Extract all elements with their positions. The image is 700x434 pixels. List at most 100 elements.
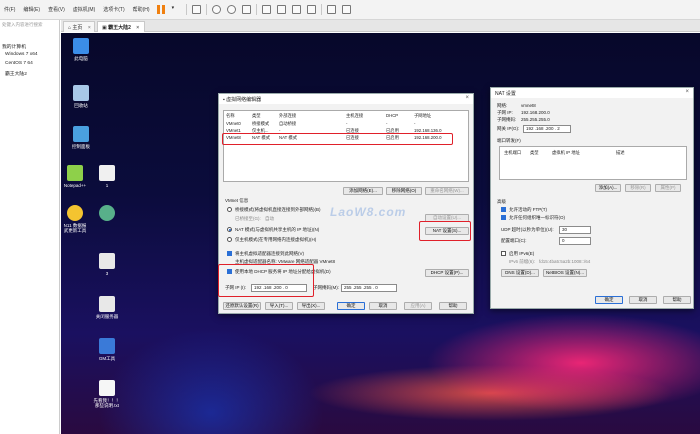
subnet-mask-field[interactable]: 255 .255 .255 . 0: [341, 284, 397, 292]
connect-adapter-checkbox[interactable]: [227, 251, 232, 256]
text-file-icon: [99, 380, 115, 396]
close-icon[interactable]: ×: [136, 25, 139, 31]
subnet-ip-label: 子网 IP:: [497, 110, 513, 115]
ipv6-prefix-label: IPv6 前缀(6):: [509, 259, 536, 264]
config-port-stepper[interactable]: 0: [559, 237, 591, 245]
desktop-icon-file-1[interactable]: 1: [87, 165, 127, 188]
dns-settings-button[interactable]: DNS 设置(D)...: [501, 269, 539, 277]
send-keys-icon[interactable]: [191, 5, 201, 14]
rename-network-button[interactable]: 重命名网络(W)...: [425, 187, 469, 195]
remove-port-button[interactable]: 移除(R): [625, 184, 651, 192]
dialog-title-bar: NAT 设置 ×: [491, 88, 693, 98]
remove-network-button[interactable]: 移除网络(O): [386, 187, 422, 195]
dhcp-settings-button[interactable]: DHCP 设置(P)...: [425, 269, 469, 277]
desktop-icon-shutdown-server[interactable]: 关闭服务器: [87, 296, 127, 319]
column-header[interactable]: 名称: [226, 113, 235, 119]
port-properties-button[interactable]: 属性(P): [655, 184, 681, 192]
netbios-settings-button[interactable]: NetBIOS 设置(N)...: [543, 269, 587, 277]
library-search-input[interactable]: 处键入内容进行搜索: [0, 22, 60, 31]
recycle-bin-icon: [73, 85, 89, 101]
menu-tabs[interactable]: 选项卡(T): [99, 6, 128, 13]
dialog-title-bar: ▪ 虚拟网络编辑器 ×: [219, 94, 473, 104]
menu-help[interactable]: 帮助(H): [129, 6, 154, 13]
snapshot-manager-icon[interactable]: [241, 5, 251, 14]
column-header[interactable]: 描述: [616, 150, 625, 156]
watermark-logo: LaoW8.com: [330, 205, 407, 219]
pause-icon[interactable]: [156, 5, 166, 14]
subnet-mask-value: 255.255.255.0: [521, 117, 550, 122]
bridged-to-select[interactable]: 自动: [265, 216, 274, 222]
thumbnail-icon[interactable]: [276, 5, 286, 14]
tree-item-my-computer[interactable]: 我的计算机: [2, 43, 26, 50]
desktop-icon-3[interactable]: 3: [87, 253, 127, 276]
cancel-button[interactable]: 取消: [369, 302, 397, 310]
console-icon[interactable]: [326, 5, 336, 14]
export-button[interactable]: 导出(X)...: [297, 302, 325, 310]
ipv6-prefix-field[interactable]: fd15:4ba5:5a2b:1008::/64: [539, 259, 590, 264]
home-icon: ⌂: [68, 25, 72, 31]
tree-item-windows7[interactable]: Windows 7 x64: [5, 52, 38, 57]
bridged-radio-label: 桥接模式(将虚拟机直接连接到外部网络)(B): [235, 207, 321, 212]
help-button[interactable]: 帮助: [663, 296, 691, 304]
sidebar-toggle-icon[interactable]: [261, 5, 271, 14]
column-header[interactable]: 主机连接: [346, 113, 363, 119]
menu-view[interactable]: 查看(V): [44, 6, 69, 13]
revert-snapshot-icon[interactable]: [226, 5, 236, 14]
column-header[interactable]: 虚拟机 IP 地址: [552, 150, 580, 156]
tree-item-vm-active[interactable]: 霸王大陆2: [5, 70, 27, 77]
tab-home[interactable]: ⌂ 主页 ×: [63, 21, 95, 32]
restore-defaults-button[interactable]: 还原默认设置(R): [223, 302, 261, 310]
bridged-radio[interactable]: [227, 207, 232, 212]
add-network-button[interactable]: 添加网络(E)...: [343, 187, 383, 195]
gm-icon: [99, 338, 115, 354]
close-icon[interactable]: ×: [685, 89, 689, 95]
close-icon[interactable]: ×: [465, 95, 469, 101]
snapshot-icon[interactable]: [211, 5, 221, 14]
network-table: 名称 类型 外部连接 主机连接 DHCP 子网地址 VMnet0 桥接模式 自动…: [223, 110, 469, 182]
desktop-icon-recycle-bin[interactable]: 回收站: [61, 85, 101, 108]
hostonly-radio-label: 仅主机模式(在专用网络内连接虚拟机)(H): [235, 237, 317, 242]
tab-bar: ⌂ 主页 × ▣ 霸王大陆2 ×: [61, 20, 700, 32]
subnet-mask-label: 子网掩码(M):: [313, 285, 339, 290]
allow-any-oui-checkbox[interactable]: [501, 215, 506, 220]
library-pane: [0, 20, 60, 434]
import-button[interactable]: 导入(T)...: [265, 302, 293, 310]
enable-ipv6-checkbox[interactable]: [501, 251, 506, 256]
menu-file[interactable]: 件(F): [0, 6, 19, 13]
qr-icon: [99, 205, 115, 221]
apply-button[interactable]: 应用(A): [404, 302, 432, 310]
column-header[interactable]: 主机端口: [504, 150, 521, 156]
menu-edit[interactable]: 编辑(E): [19, 6, 44, 13]
udp-timeout-stepper[interactable]: 30: [559, 226, 591, 234]
add-port-button[interactable]: 添加(A)...: [595, 184, 621, 192]
gear-icon: [67, 205, 83, 221]
unity-icon[interactable]: [306, 5, 316, 14]
column-header[interactable]: 子网地址: [414, 113, 431, 119]
tree-item-centos7[interactable]: CentOS 7 64: [5, 61, 33, 66]
gear-icon: [99, 253, 115, 269]
dropdown-arrow-icon[interactable]: ▾: [172, 5, 181, 14]
desktop-icon-gm-tool[interactable]: GM工具: [87, 338, 127, 361]
fullscreen-icon[interactable]: [291, 5, 301, 14]
nat-radio[interactable]: [227, 227, 232, 232]
desktop-icon-this-pc[interactable]: 此电脑: [61, 38, 101, 61]
allow-ftp-checkbox[interactable]: [501, 207, 506, 212]
menu-vm[interactable]: 虚拟机(M): [69, 6, 100, 13]
desktop-icon-readme[interactable]: 先看我！！！ 那些说明.txt: [87, 380, 127, 408]
ok-button[interactable]: 确定: [595, 296, 623, 304]
tab-vm[interactable]: ▣ 霸王大陆2 ×: [97, 21, 145, 32]
help-button[interactable]: 帮助: [439, 302, 467, 310]
cancel-button[interactable]: 取消: [629, 296, 657, 304]
stretch-icon[interactable]: [341, 5, 351, 14]
column-header[interactable]: 类型: [530, 150, 539, 156]
hostonly-radio[interactable]: [227, 237, 232, 242]
desktop-icon-control-panel[interactable]: 控制面板: [61, 126, 101, 149]
column-header[interactable]: 类型: [252, 113, 261, 119]
column-header[interactable]: 外部连接: [279, 113, 296, 119]
column-header[interactable]: DHCP: [386, 113, 398, 118]
desktop-icon-qr[interactable]: [87, 205, 127, 223]
nat-settings-dialog: NAT 设置 × 网络: vmnet8 子网 IP: 192.168.200.0…: [490, 87, 694, 309]
ok-button[interactable]: 确定: [337, 302, 365, 310]
close-icon[interactable]: ×: [88, 25, 91, 31]
gateway-ip-field[interactable]: 192 .168 .200 . 2: [523, 125, 571, 133]
